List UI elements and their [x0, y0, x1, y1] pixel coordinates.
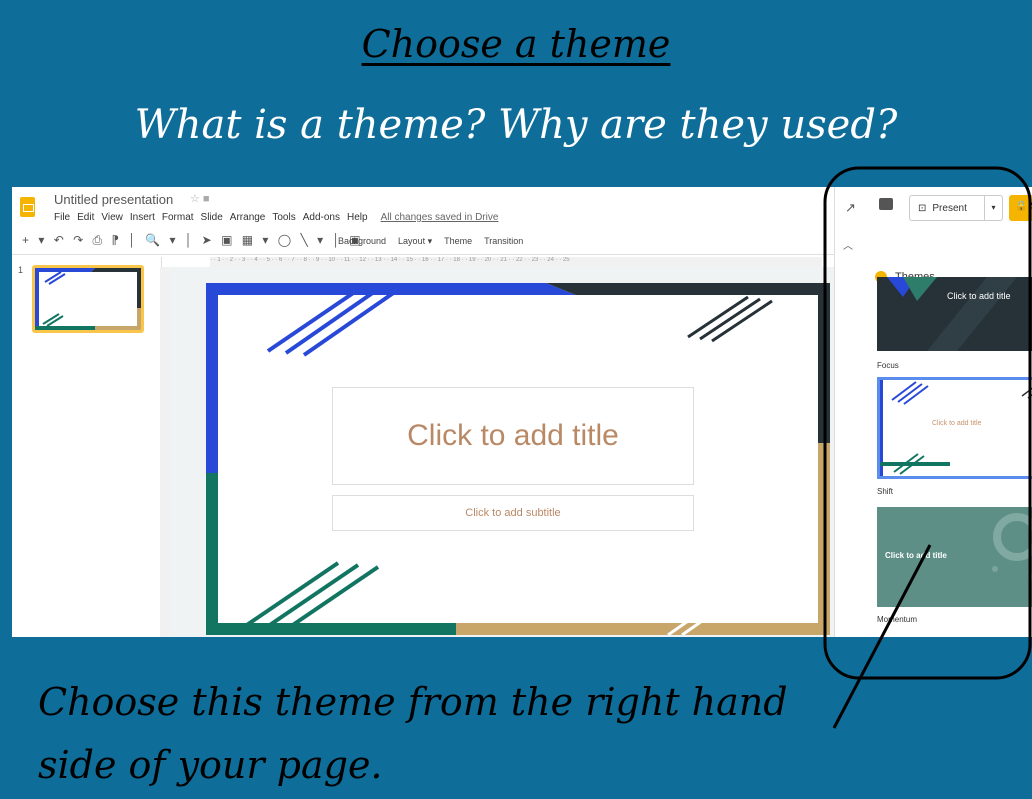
present-label: Present: [932, 202, 967, 214]
slide-number: 1: [18, 265, 24, 275]
page-question: What is a theme? Why are they used?: [134, 102, 898, 148]
comments-icon[interactable]: [879, 198, 893, 210]
slides-screenshot: Untitled presentation ☆ ■ File Edit View…: [12, 187, 1032, 637]
slide[interactable]: Click to add title Click to add subtitle: [206, 283, 830, 635]
present-button[interactable]: ⊡ Present ▾: [909, 195, 1003, 221]
slide-thumbnail[interactable]: [32, 265, 144, 333]
star-folder-icon[interactable]: ☆ ■: [190, 192, 210, 205]
toolbar-icons[interactable]: + ▾ ↶ ↷ ⎙ ⁋ │ 🔍 ▾ │ ➤ ▣ ▦ ▾ ◯ ╲ ▾ │ ▣: [22, 233, 364, 248]
layout-button[interactable]: Layout ▾: [398, 236, 432, 247]
theme-card-shift[interactable]: Click to add title: [877, 377, 1032, 479]
slide-title-placeholder[interactable]: Click to add title: [332, 387, 694, 485]
menu-help[interactable]: Help: [347, 212, 368, 223]
menu-view[interactable]: View: [101, 212, 123, 223]
transition-button[interactable]: Transition: [484, 236, 523, 247]
theme-name-shift: Shift: [877, 487, 894, 496]
menu-addons[interactable]: Add-ons: [303, 212, 340, 223]
toolbar-buttons: Background Layout ▾ Theme Transition: [338, 236, 523, 247]
slides-logo-icon[interactable]: [20, 197, 35, 217]
background-button[interactable]: Background: [338, 236, 386, 247]
menu-arrange[interactable]: Arrange: [230, 212, 266, 223]
right-topbar: ↗ ⊡ Present ▾ 🔒 S: [835, 187, 1032, 229]
theme-preview-title: Click to add title: [947, 291, 1011, 301]
themes-sidebar: ↗ ⊡ Present ▾ 🔒 S ︿ Themes Click to add: [834, 187, 1032, 637]
document-title[interactable]: Untitled presentation: [54, 192, 173, 207]
theme-preview-title: Click to add title: [932, 420, 982, 427]
lock-icon: 🔒: [1015, 201, 1028, 212]
theme-name-focus: Focus: [877, 361, 899, 370]
menu-file[interactable]: File: [54, 212, 70, 223]
vertical-ruler: [160, 267, 170, 637]
theme-preview-title: Click to add title: [885, 551, 947, 560]
share-button[interactable]: 🔒 S: [1009, 195, 1032, 221]
save-status[interactable]: All changes saved in Drive: [381, 212, 499, 223]
menu-bar: File Edit View Insert Format Slide Arran…: [54, 212, 498, 223]
activity-icon[interactable]: ↗: [845, 200, 856, 216]
menu-tools[interactable]: Tools: [272, 212, 295, 223]
instruction-line-1: Choose this theme from the right hand: [38, 680, 788, 724]
menu-edit[interactable]: Edit: [77, 212, 94, 223]
menu-insert[interactable]: Insert: [130, 212, 155, 223]
chevron-up-icon[interactable]: ︿: [843, 237, 853, 252]
instruction-line-2: side of your page.: [38, 743, 383, 787]
theme-card-focus[interactable]: Click to add title: [877, 277, 1032, 351]
present-icon: ⊡: [918, 202, 927, 214]
theme-name-momentum: Momentum: [877, 615, 918, 624]
slide-filmstrip: 1: [12, 257, 162, 637]
theme-card-momentum[interactable]: Click to add title: [877, 507, 1032, 607]
menu-format[interactable]: Format: [162, 212, 194, 223]
slide-subtitle-placeholder[interactable]: Click to add subtitle: [332, 495, 694, 531]
slide-canvas: Click to add title Click to add subtitle: [170, 267, 834, 637]
horizontal-ruler: · · 1 · · 2 · · 3 · · 4 · · 5 · · 6 · · …: [210, 257, 822, 267]
theme-button[interactable]: Theme: [444, 236, 472, 247]
present-dropdown-icon[interactable]: ▾: [984, 196, 1002, 220]
page-heading: Choose a theme: [361, 22, 671, 66]
menu-slide[interactable]: Slide: [201, 212, 223, 223]
